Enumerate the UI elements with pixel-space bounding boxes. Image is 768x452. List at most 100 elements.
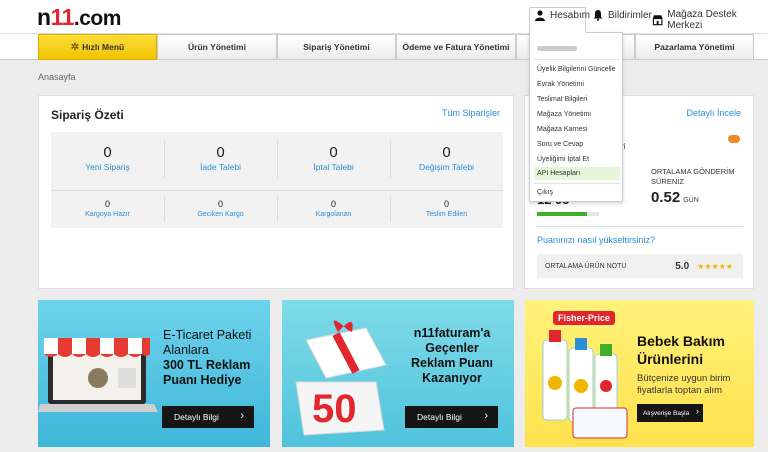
- tab-product-management[interactable]: Ürün Yönetimi: [157, 34, 277, 60]
- stat-count: 0: [104, 199, 110, 209]
- order-summary-title: Sipariş Özeti: [51, 108, 124, 122]
- new-orders-stat[interactable]: 0 Yeni Sipariş: [51, 144, 164, 172]
- account-label: Hesabım: [550, 9, 591, 21]
- logo-main: n: [37, 4, 51, 30]
- n11-logo[interactable]: n11.com: [37, 4, 121, 31]
- shipping-time-label: ORTALAMA GÖNDERİM SÜRENİZ: [651, 167, 735, 187]
- star-rating-icon: ★★★★★: [697, 261, 733, 271]
- exchange-requests-stat[interactable]: 0 Değişim Talebi: [390, 144, 503, 172]
- logo-suffix: .com: [73, 7, 122, 30]
- banner1-text: E-Ticaret Paketi Alanlara 300 TL Reklam …: [163, 328, 251, 388]
- all-orders-link[interactable]: Tüm Siparişler: [442, 108, 500, 118]
- baby-products-illustration: [542, 330, 628, 439]
- menu-item-store-report[interactable]: Mağaza Karnesi: [534, 123, 620, 136]
- banner-line: 300 TL Reklam: [163, 358, 251, 372]
- laptop-storefront-illustration: [38, 338, 158, 412]
- banner-ecommerce-package[interactable]: E-Ticaret Paketi Alanlara 300 TL Reklam …: [38, 300, 270, 447]
- menu-item-store-management[interactable]: Mağaza Yönetimi: [534, 108, 620, 121]
- stat-count: 0: [329, 144, 338, 161]
- chevron-right-icon: ›: [484, 410, 488, 422]
- menu-item-documents[interactable]: Evrak Yönetimi: [534, 78, 620, 91]
- menu-item-cancel-membership[interactable]: Üyeliğimi İptal Et: [534, 153, 620, 166]
- fisher-price-logo: Fisher-Price: [553, 311, 616, 325]
- score-progress-track: [537, 212, 599, 216]
- user-icon: [535, 10, 545, 21]
- stat-label: Kargoya Hazır: [85, 211, 130, 218]
- banner-line: Ürünlerini: [637, 351, 704, 367]
- top-header: n11.com Hesabım Bildirimler Mağaza Deste…: [0, 0, 768, 34]
- support-center-button[interactable]: Mağaza Destek Merkezi: [652, 9, 768, 31]
- banner-n11faturam[interactable]: 50 n11faturam'a Geçenler Reklam Puanı Ka…: [282, 300, 514, 447]
- notifications-button[interactable]: Bildirimler: [592, 9, 652, 21]
- notifications-label: Bildirimler: [608, 9, 652, 21]
- banner1-cta-button[interactable]: Detaylı Bilgi ›: [162, 406, 254, 428]
- shipped-stat[interactable]: 0 Kargolanan: [277, 199, 390, 218]
- tab-label: Pazarlama Yönetimi: [654, 42, 735, 52]
- stat-count: 0: [442, 144, 451, 161]
- tab-label: Ürün Yönetimi: [188, 42, 246, 52]
- menu-item-logout[interactable]: Çıkış: [534, 186, 620, 199]
- divider: [51, 190, 503, 191]
- gear-icon: ✲: [70, 41, 80, 53]
- chevron-right-icon: ›: [696, 406, 699, 416]
- banner-fisher-price[interactable]: Fisher-Price Bebek Bakım Ürünlerini Bütç…: [525, 300, 754, 447]
- stat-label: Geciken Kargo: [197, 211, 244, 218]
- account-dropdown: Üyelik Bilgilerini Güncelle Evrak Yöneti…: [529, 32, 623, 202]
- order-summary-panel: Sipariş Özeti Tüm Siparişler 0 Yeni Sipa…: [38, 95, 514, 289]
- stat-label: Yeni Sipariş: [85, 162, 130, 172]
- banner-line: E-Ticaret Paketi: [163, 328, 252, 342]
- banner3-subtext: Bütçenize uygun birim fiyatlarla toptan …: [637, 373, 730, 397]
- shipping-label-line1: ORTALAMA GÖNDERİM: [651, 167, 735, 176]
- stat-label: Kargolanan: [315, 211, 352, 218]
- tab-quick-menu[interactable]: ✲ Hızlı Menü: [38, 34, 157, 60]
- delayed-shipping-stat[interactable]: 0 Geciken Kargo: [164, 199, 277, 218]
- tab-payment-invoice[interactable]: Ödeme ve Fatura Yönetimi: [396, 34, 516, 60]
- tab-order-management[interactable]: Sipariş Yönetimi: [277, 34, 396, 60]
- bell-icon: [593, 10, 603, 21]
- cta-label: Detaylı Bilgi: [174, 412, 219, 422]
- tab-quick-menu-label: Hızlı Menü: [82, 42, 125, 52]
- tab-label: Ödeme ve Fatura Yönetimi: [402, 42, 510, 52]
- menu-item-update-profile[interactable]: Üyelik Bilgilerini Güncelle: [534, 63, 620, 76]
- rating-label: ORTALAMA ÜRÜN NOTU: [545, 262, 627, 270]
- tab-label: Sipariş Yönetimi: [303, 42, 370, 52]
- banner2-cta-button[interactable]: Detaylı Bilgi ›: [405, 406, 498, 428]
- cta-label: Detaylı Bilgi: [417, 412, 462, 422]
- badge-number: 50: [312, 387, 357, 431]
- stat-count: 0: [217, 199, 223, 209]
- score-progress-fill: [537, 212, 587, 216]
- rating-value: 5.0: [675, 260, 690, 272]
- banner-line: fiyatlarla toptan alım: [637, 385, 723, 396]
- menu-item-delivery-info[interactable]: Teslimat Bilgileri: [534, 93, 620, 106]
- cta-label: Alışverişe Başla: [643, 409, 690, 417]
- stat-count: 0: [103, 144, 112, 161]
- stat-label: Teslim Edilen: [425, 211, 468, 218]
- return-requests-stat[interactable]: 0 İade Talebi: [164, 144, 277, 172]
- divider: [534, 183, 620, 184]
- banner-line: Bütçenize uygun birim: [637, 373, 731, 384]
- logo-accent: 11: [50, 4, 75, 30]
- improve-score-link[interactable]: Puanınızı nasıl yükseltirsiniz?: [537, 235, 655, 245]
- divider: [537, 226, 743, 227]
- cancel-requests-stat[interactable]: 0 İptal Talebi: [277, 144, 390, 172]
- main-menu-bar: ✲ Hızlı Menü Ürün Yönetimi Sipariş Yönet…: [0, 34, 768, 60]
- stat-count: 0: [443, 199, 449, 209]
- tab-marketing-management[interactable]: Pazarlama Yönetimi: [635, 34, 754, 60]
- banner2-text: n11faturam'a Geçenler Reklam Puanı Kazan…: [402, 326, 502, 386]
- banner-line: n11faturam'a: [413, 326, 491, 340]
- details-link[interactable]: Detaylı İncele: [686, 108, 741, 118]
- shipping-value: 0.52: [651, 189, 681, 206]
- delivered-stat[interactable]: 0 Teslim Edilen: [390, 199, 503, 218]
- breadcrumb[interactable]: Anasayfa: [38, 72, 76, 82]
- gift-box-illustration: 50: [295, 320, 387, 436]
- shipping-time-value: 0.52 GÜN: [651, 189, 699, 206]
- banner-line: Bebek Bakım: [637, 333, 725, 349]
- menu-item-api-accounts[interactable]: API Hesapları: [534, 167, 620, 180]
- menu-item-qa[interactable]: Soru ve Cevap: [534, 138, 620, 151]
- banner3-cta-button[interactable]: Alışverişe Başla ›: [637, 404, 703, 422]
- ready-to-ship-stat[interactable]: 0 Kargoya Hazır: [51, 199, 164, 218]
- username-redacted: [537, 46, 577, 51]
- account-menu-button[interactable]: Hesabım: [534, 9, 590, 21]
- stat-count: 0: [330, 199, 336, 209]
- banner3-headline: Bebek Bakım Ürünlerini: [637, 332, 725, 368]
